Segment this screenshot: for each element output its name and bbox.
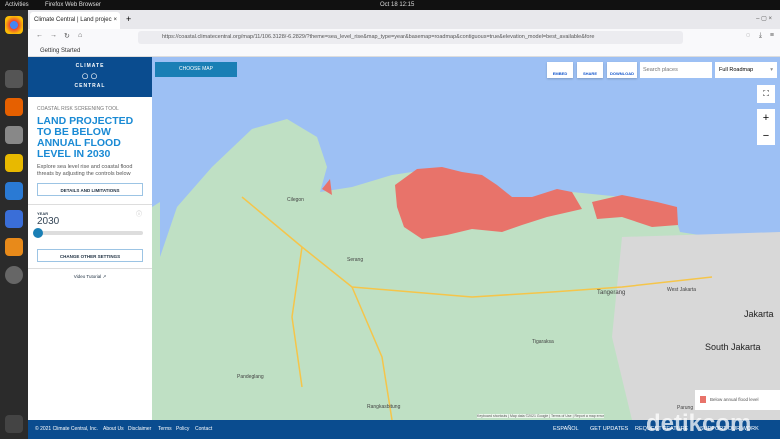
footer-link-disclaimer[interactable]: Disclaimer [128, 420, 151, 439]
year-slider[interactable] [33, 227, 143, 239]
place-label: Pandeglang [237, 374, 264, 380]
sidebar: CLIMATE ○○ CENTRAL COASTAL RISK SCREENIN… [28, 57, 152, 420]
flood-swatch [700, 396, 706, 404]
video-tutorial-label: Video Tutorial [73, 274, 102, 279]
close-tab-icon[interactable]: × [113, 12, 117, 29]
download-button[interactable]: DOWNLOAD [607, 62, 637, 78]
editor-icon[interactable] [5, 210, 23, 228]
fullscreen-icon[interactable]: ⛶ [757, 85, 775, 103]
info-icon[interactable]: ⓘ [136, 209, 142, 218]
document-icon[interactable] [5, 182, 23, 200]
zoom-controls[interactable]: + − [757, 109, 775, 145]
basemap-select[interactable]: Full Roadmap ▾ [715, 62, 777, 78]
home-icon[interactable]: ⌂ [78, 32, 82, 39]
place-label: Jakarta [744, 309, 774, 319]
music-icon[interactable] [5, 154, 23, 172]
app-menu[interactable]: Firefox Web Browser [45, 0, 101, 10]
tab-bar: Climate Central | Land projec × + – ▢ × [28, 10, 780, 29]
map-legend: Below annual flood level [695, 390, 780, 410]
footer-link-contact[interactable]: Contact [195, 420, 212, 439]
place-label: Rangkasbitung [367, 404, 401, 410]
bookmark-getting-started[interactable]: Getting Started [40, 48, 80, 54]
download-icon[interactable]: ⤓ [759, 32, 762, 40]
search-icon[interactable] [5, 70, 23, 88]
url-bar[interactable]: https://coastal.climatecentral.org/map/1… [138, 31, 683, 44]
footer-link-policy[interactable]: Policy [176, 420, 189, 439]
place-label: Tangerang [597, 290, 626, 296]
place-label: South Jakarta [705, 342, 761, 352]
pocket-icon[interactable]: ◌ [746, 32, 750, 39]
new-tab-icon[interactable]: + [126, 14, 131, 24]
settings-icon[interactable] [5, 266, 23, 284]
video-tutorial-link[interactable]: Video Tutorial ↗ [28, 268, 152, 280]
forward-icon[interactable]: → [50, 32, 57, 39]
map[interactable]: CHOOSE MAP EMBED SHARE DOWNLOAD Full Roa… [152, 57, 780, 420]
place-label: Cilegon [287, 197, 304, 203]
copyright: © 2021 Climate Central, Inc. [35, 426, 98, 432]
basemap-value: Full Roadmap [719, 67, 754, 73]
place-label: West Jakarta [667, 287, 697, 293]
tool-label: COASTAL RISK SCREENING TOOL [37, 106, 119, 112]
search-places-input[interactable] [640, 62, 712, 78]
share-button[interactable]: SHARE [577, 62, 603, 78]
get-updates-link[interactable]: GET UPDATES [590, 420, 628, 439]
zoom-out-button[interactable]: − [757, 127, 775, 145]
sublime-icon[interactable] [5, 238, 23, 256]
espanol-link[interactable]: ESPAÑOL [553, 420, 579, 439]
firefox-icon[interactable] [5, 98, 23, 116]
page-title: LAND PROJECTED TO BE BELOW ANNUAL FLOOD … [37, 115, 134, 160]
left-coast-strip [152, 202, 160, 420]
apps-grid-icon[interactable] [5, 415, 23, 433]
download-label: DOWNLOAD [610, 71, 634, 76]
share-label: SHARE [582, 71, 597, 76]
nav-bar: ← → ↻ ⌂ https://coastal.climatecentral.o… [28, 29, 780, 46]
choose-map-button[interactable]: CHOOSE MAP [155, 62, 237, 77]
chevron-down-icon: ▾ [770, 67, 773, 73]
chrome-icon[interactable] [5, 16, 23, 34]
place-label: Serang [347, 257, 364, 263]
year-value: 2030 [37, 216, 60, 227]
detikcom-watermark: detikcom [646, 410, 752, 437]
footer-link-about[interactable]: About Us [103, 420, 124, 439]
activities-button[interactable]: Activities [5, 0, 29, 10]
logo-text-bottom: CENTRAL [74, 83, 106, 89]
logo-rings-icon: ○○ [81, 68, 99, 83]
footer: © 2021 Climate Central, Inc. About Us Di… [28, 412, 780, 439]
footer-link-terms[interactable]: Terms [158, 420, 172, 439]
legend-label: Below annual flood level [710, 397, 759, 402]
reload-icon[interactable]: ↻ [64, 32, 70, 40]
map-canvas [152, 119, 780, 420]
embed-button[interactable]: EMBED [547, 62, 573, 78]
window-controls[interactable]: – ▢ × [756, 15, 772, 22]
zoom-in-button[interactable]: + [757, 109, 775, 127]
tab-title: Climate Central | Land projec [34, 17, 112, 23]
clock[interactable]: Oct 18 12:15 [380, 0, 414, 10]
tab-climate-central[interactable]: Climate Central | Land projec × [30, 12, 120, 29]
bookmarks-bar: Getting Started [28, 46, 780, 57]
change-settings-button[interactable]: CHANGE OTHER SETTINGS [37, 249, 143, 262]
dock [0, 10, 28, 439]
map-attribution[interactable]: Keyboard shortcuts | Map data ©2021 Goog… [477, 414, 605, 418]
embed-label: EMBED [552, 71, 568, 76]
back-icon[interactable]: ← [36, 32, 43, 39]
place-label: Tigaraksa [532, 339, 554, 345]
slider-handle[interactable] [33, 228, 43, 238]
menu-icon[interactable]: ≡ [770, 32, 774, 39]
climate-central-logo[interactable]: CLIMATE ○○ CENTRAL [28, 57, 152, 97]
files-icon[interactable] [5, 126, 23, 144]
system-top-bar: Activities Firefox Web Browser Oct 18 12… [0, 0, 780, 10]
description: Explore sea level rise and coastal flood… [37, 164, 133, 177]
details-button[interactable]: DETAILS AND LIMITATIONS [37, 183, 143, 196]
